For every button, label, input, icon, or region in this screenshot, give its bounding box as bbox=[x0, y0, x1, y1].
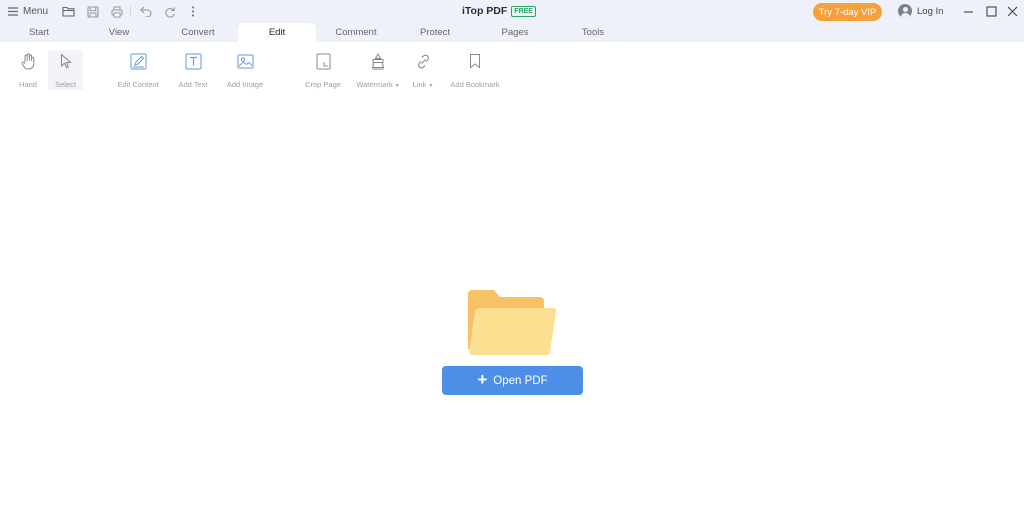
crop-page-tool[interactable]: Crop Page bbox=[302, 50, 344, 90]
text-box-icon bbox=[185, 53, 201, 69]
add-text-tool[interactable]: Add Text bbox=[175, 50, 211, 90]
close-button[interactable] bbox=[1005, 4, 1020, 19]
redo-button[interactable] bbox=[162, 4, 177, 19]
watermark-label: Watermark ▼ bbox=[356, 80, 400, 89]
free-badge: FREE bbox=[511, 5, 536, 17]
minimize-button[interactable] bbox=[961, 4, 976, 19]
print-icon bbox=[111, 6, 122, 17]
user-icon bbox=[898, 4, 912, 18]
add-bookmark-tool[interactable]: Add Bookmark bbox=[447, 50, 503, 90]
crop-icon bbox=[316, 53, 330, 69]
vip-trial-button[interactable]: Try 7-day VIP bbox=[813, 3, 882, 21]
open-pdf-label: Open PDF bbox=[493, 374, 548, 387]
add-image-label: Add Image bbox=[226, 80, 264, 89]
menu-button[interactable]: Menu bbox=[8, 4, 48, 19]
bookmark-icon bbox=[470, 54, 480, 69]
title-bar: Menu iTop PDF FREE Try 7-day VIP Log In bbox=[0, 0, 1024, 23]
select-tool[interactable]: Select bbox=[48, 50, 83, 90]
folder-icon bbox=[466, 288, 558, 356]
hand-label: Hand bbox=[19, 80, 37, 89]
app-title: iTop PDF FREE bbox=[462, 5, 536, 17]
login-button[interactable]: Log In bbox=[898, 4, 943, 18]
tab-view[interactable]: View bbox=[99, 23, 139, 42]
save-button[interactable] bbox=[85, 4, 100, 19]
folder-open-icon bbox=[62, 6, 75, 17]
tab-pages[interactable]: Pages bbox=[496, 23, 534, 42]
edit-content-tool[interactable]: Edit Content bbox=[113, 50, 163, 90]
app-name: iTop PDF bbox=[462, 5, 508, 17]
crop-page-label: Crop Page bbox=[305, 80, 341, 89]
add-text-label: Add Text bbox=[178, 80, 208, 89]
menu-label: Menu bbox=[23, 6, 49, 17]
undo-button[interactable] bbox=[138, 4, 153, 19]
ribbon-tabs: Start View Convert Edit Comment Protect … bbox=[0, 23, 1024, 42]
dropdown-caret-icon: ▼ bbox=[428, 83, 434, 89]
redo-icon bbox=[164, 6, 175, 18]
link-icon bbox=[417, 54, 429, 68]
more-options-button[interactable] bbox=[185, 4, 200, 19]
image-icon bbox=[237, 54, 253, 68]
save-icon bbox=[86, 5, 99, 18]
open-file-button[interactable] bbox=[61, 4, 76, 19]
tab-start[interactable]: Start bbox=[19, 23, 59, 42]
more-vertical-icon bbox=[191, 6, 194, 17]
select-label: Select bbox=[55, 80, 76, 89]
watermark-icon bbox=[371, 52, 385, 69]
watermark-tool[interactable]: Watermark ▼ bbox=[354, 50, 402, 90]
tab-convert[interactable]: Convert bbox=[173, 23, 223, 42]
hand-icon bbox=[21, 52, 35, 69]
hand-tool[interactable]: Hand bbox=[14, 50, 42, 90]
tab-edit[interactable]: Edit bbox=[238, 23, 316, 42]
undo-icon bbox=[139, 6, 152, 17]
maximize-button[interactable] bbox=[984, 4, 999, 19]
add-bookmark-label: Add Bookmark bbox=[450, 80, 500, 89]
add-image-tool[interactable]: Add Image bbox=[222, 50, 268, 90]
hamburger-icon bbox=[8, 7, 18, 16]
cursor-arrow-icon bbox=[60, 53, 72, 69]
edit-content-label: Edit Content bbox=[117, 80, 159, 89]
tab-comment[interactable]: Comment bbox=[329, 23, 383, 42]
minimize-icon bbox=[964, 11, 973, 13]
link-label: Link ▼ bbox=[412, 80, 434, 89]
close-icon bbox=[1007, 6, 1018, 17]
toolbar-divider bbox=[130, 6, 131, 17]
link-tool[interactable]: Link ▼ bbox=[410, 50, 436, 90]
login-label: Log In bbox=[917, 5, 944, 17]
tab-protect[interactable]: Protect bbox=[413, 23, 457, 42]
maximize-icon bbox=[986, 6, 997, 17]
plus-icon: + bbox=[477, 370, 488, 389]
print-button[interactable] bbox=[109, 4, 124, 19]
tab-tools[interactable]: Tools bbox=[576, 23, 610, 42]
open-pdf-button[interactable]: + Open PDF bbox=[442, 366, 583, 395]
dropdown-caret-icon: ▼ bbox=[394, 83, 400, 89]
edit-content-icon bbox=[130, 53, 146, 69]
